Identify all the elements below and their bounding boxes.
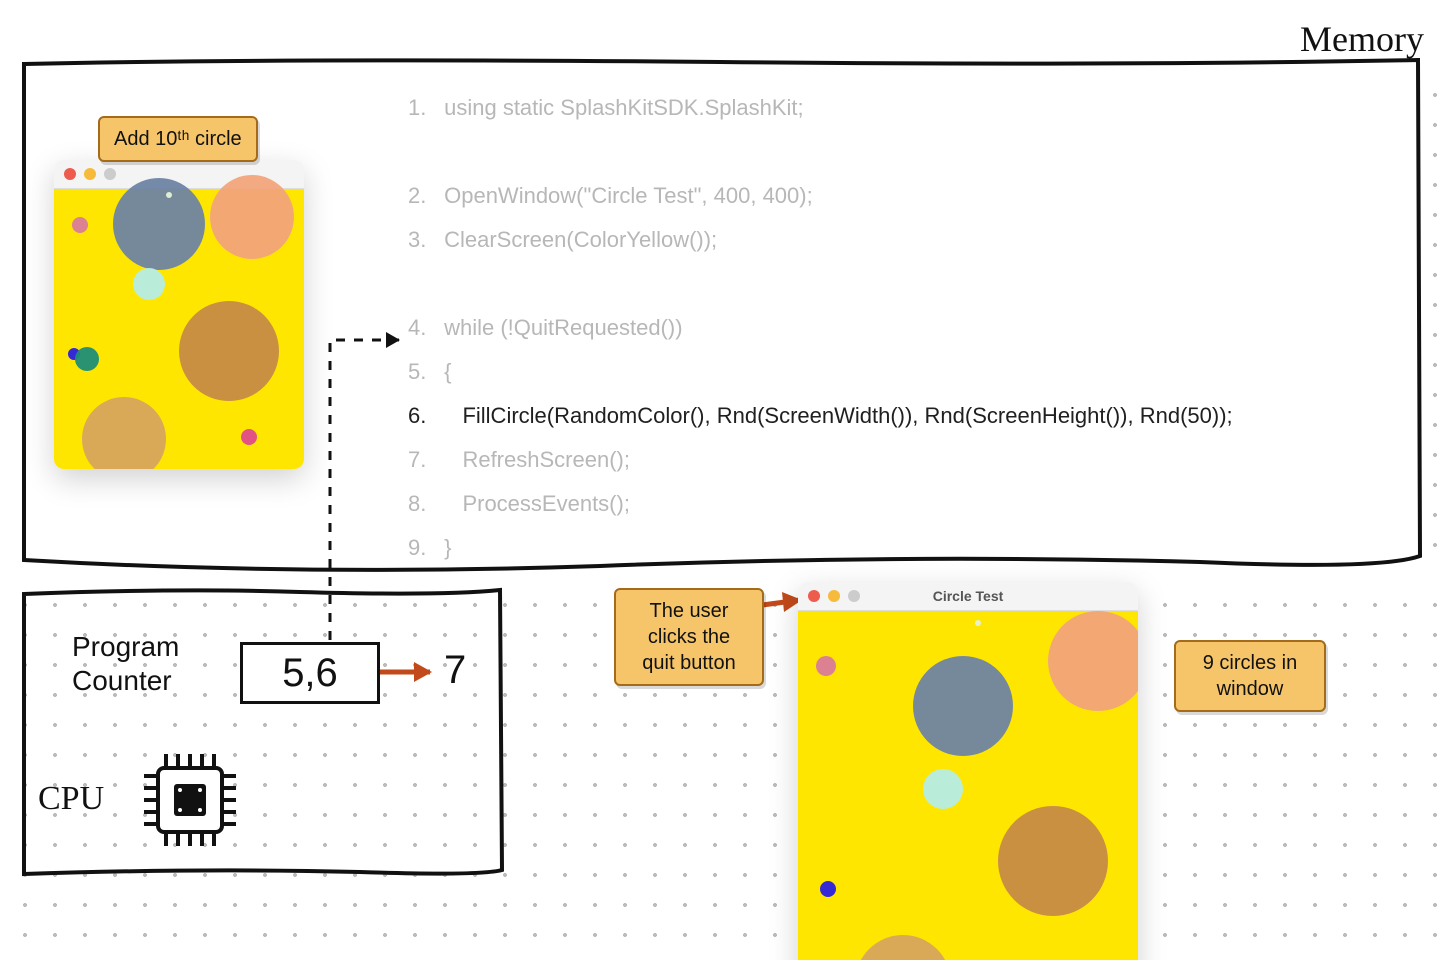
code-line: 1. using static SplashKitSDK.SplashKit; bbox=[408, 86, 1233, 130]
drawn-circle bbox=[1048, 611, 1138, 711]
code-listing: 1. using static SplashKitSDK.SplashKit; … bbox=[408, 86, 1233, 570]
window-title: Circle Test bbox=[798, 588, 1138, 604]
program-counter-box: 5,6 bbox=[240, 642, 380, 704]
drawn-circle bbox=[913, 656, 1013, 756]
close-icon[interactable] bbox=[64, 168, 76, 180]
drawn-circle bbox=[133, 268, 165, 300]
cpu-label: CPU bbox=[38, 780, 104, 818]
program-window-large: Circle Test bbox=[798, 582, 1138, 960]
program-window-small bbox=[54, 160, 304, 469]
code-line: 8. ProcessEvents(); bbox=[408, 482, 1233, 526]
drawn-circle bbox=[855, 935, 951, 960]
sticky-add-circle: Add 10ᵗʰ circle bbox=[98, 116, 258, 162]
minimize-icon[interactable] bbox=[84, 168, 96, 180]
code-line bbox=[408, 130, 1233, 174]
drawn-circle bbox=[820, 881, 836, 897]
code-line: 7. RefreshScreen(); bbox=[408, 438, 1233, 482]
code-line: 9. } bbox=[408, 526, 1233, 570]
drawn-circle bbox=[816, 656, 836, 676]
code-line: 3. ClearScreen(ColorYellow()); bbox=[408, 218, 1233, 262]
drawn-circle bbox=[75, 347, 99, 371]
sticky-circle-count: 9 circles in window bbox=[1174, 640, 1326, 712]
drawn-circle bbox=[166, 192, 172, 198]
drawn-circle bbox=[82, 397, 166, 469]
code-line: 5. { bbox=[408, 350, 1233, 394]
code-line: 4. while (!QuitRequested()) bbox=[408, 306, 1233, 350]
drawn-circle bbox=[923, 769, 963, 809]
sticky-user-quit: The user clicks the quit button bbox=[614, 588, 764, 686]
memory-label: Memory bbox=[1300, 18, 1424, 60]
drawn-circle bbox=[210, 175, 294, 259]
drawn-circle bbox=[998, 806, 1108, 916]
code-line: 6. FillCircle(RandomColor(), Rnd(ScreenW… bbox=[408, 394, 1233, 438]
program-counter-next: 7 bbox=[444, 648, 466, 693]
drawn-circle bbox=[241, 429, 257, 445]
code-line bbox=[408, 262, 1233, 306]
drawn-circle bbox=[975, 620, 981, 626]
drawn-circle bbox=[113, 178, 205, 270]
cpu-chip-icon bbox=[130, 740, 250, 860]
drawn-circle bbox=[72, 217, 88, 233]
drawn-circle bbox=[179, 301, 279, 401]
code-line: 2. OpenWindow("Circle Test", 400, 400); bbox=[408, 174, 1233, 218]
zoom-icon[interactable] bbox=[104, 168, 116, 180]
program-counter-label: Program Counter bbox=[72, 630, 232, 697]
